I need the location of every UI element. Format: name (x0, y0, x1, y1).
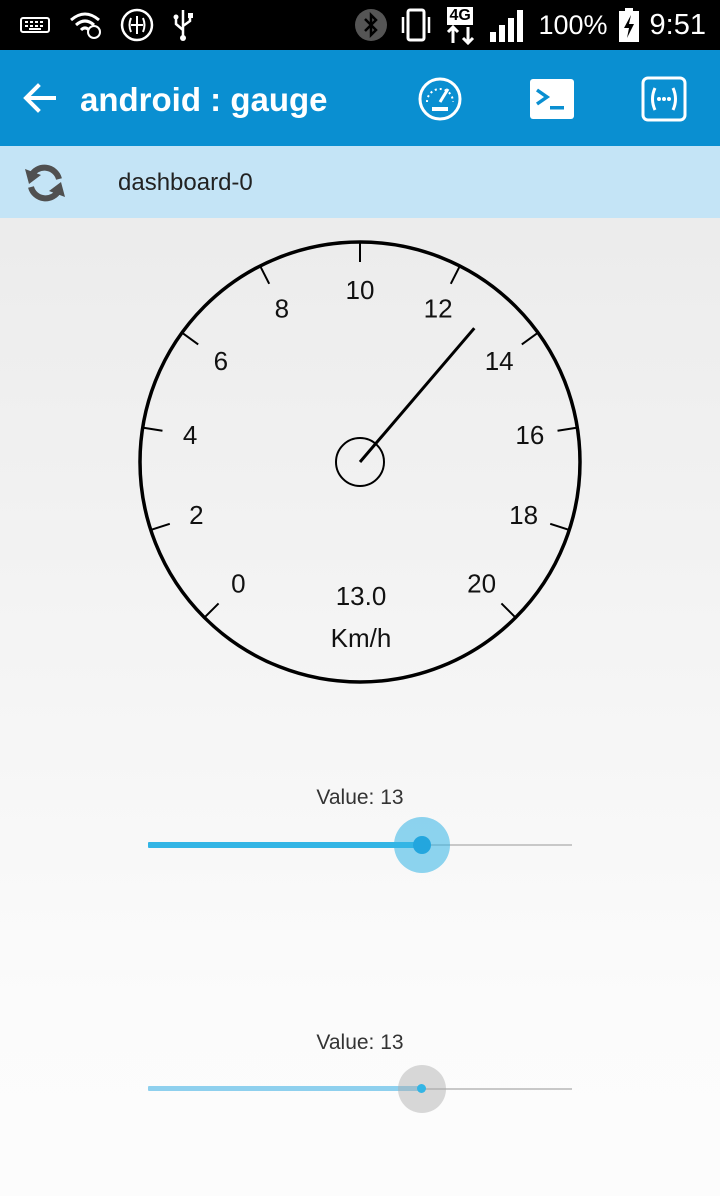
page-title: android : gauge (80, 81, 328, 118)
bluetooth-icon (354, 8, 388, 42)
gauge-needle (358, 327, 476, 463)
speedometer-icon[interactable] (417, 76, 463, 122)
vibrate-icon (398, 7, 434, 43)
gauge-tick-label: 0 (231, 569, 245, 599)
gauge-tick (549, 522, 570, 531)
mqtt-brackets-icon[interactable] (641, 76, 687, 122)
value-slider-1[interactable] (148, 815, 572, 875)
wifi-icon (68, 10, 102, 40)
gauge-tick-label: 8 (275, 294, 289, 324)
gauge-tick (142, 426, 163, 432)
gauge-tick-label: 10 (346, 275, 375, 305)
slider-value-label-1: Value: 13 (316, 786, 404, 809)
gauge-tick-label: 16 (515, 420, 544, 450)
app-bar: android : gauge (0, 50, 720, 146)
mobile-data-icon: 4G (444, 5, 478, 45)
gauge-tick-label: 12 (424, 294, 453, 324)
gauge-tick (181, 331, 199, 346)
usb-icon (172, 8, 194, 42)
gauge-tick (203, 602, 220, 619)
speed-gauge: 0 2 4 6 8 10 12 14 16 18 20 13.0 Km/h (0, 218, 720, 698)
gauge-value: 13.0 (336, 581, 387, 611)
battery-percent: 100% (538, 9, 608, 40)
gauge-tick (259, 265, 271, 285)
slider-fill (148, 1086, 422, 1091)
terminal-icon[interactable] (529, 76, 575, 122)
arrow-left-icon[interactable] (18, 76, 62, 120)
slider-value-label-2: Value: 13 (316, 1031, 404, 1054)
gauge-tick-label: 2 (189, 500, 203, 530)
gauge-tick-label: 18 (509, 500, 538, 530)
gauge-tick (500, 602, 517, 619)
slider-thumb[interactable] (417, 1084, 426, 1093)
gauge-tick-label: 20 (467, 569, 496, 599)
keyboard-icon (20, 15, 50, 35)
slider-fill (148, 842, 422, 848)
gauge-tick (557, 426, 578, 432)
brain-app-icon (120, 8, 154, 42)
gauge-tick (449, 265, 461, 285)
clock: 9:51 (649, 8, 706, 41)
status-bar: 4G 100% 9:51 (0, 0, 720, 50)
gauge-tick-label: 4 (183, 420, 197, 450)
refresh-icon[interactable] (22, 160, 68, 206)
gauge-tick-label: 6 (214, 346, 228, 376)
dashboard-name: dashboard-0 (118, 169, 253, 196)
value-slider-2[interactable] (148, 1059, 572, 1119)
battery-charging-icon (618, 7, 640, 43)
gauge-unit: Km/h (331, 623, 392, 653)
gauge-tick (521, 331, 539, 346)
signal-icon (488, 8, 528, 42)
gauge-tick (150, 522, 171, 531)
dashboard-bar (0, 146, 720, 218)
slider-thumb[interactable] (412, 836, 431, 854)
network-type-label: 4G (447, 7, 473, 25)
gauge-tick-label: 14 (485, 346, 514, 376)
